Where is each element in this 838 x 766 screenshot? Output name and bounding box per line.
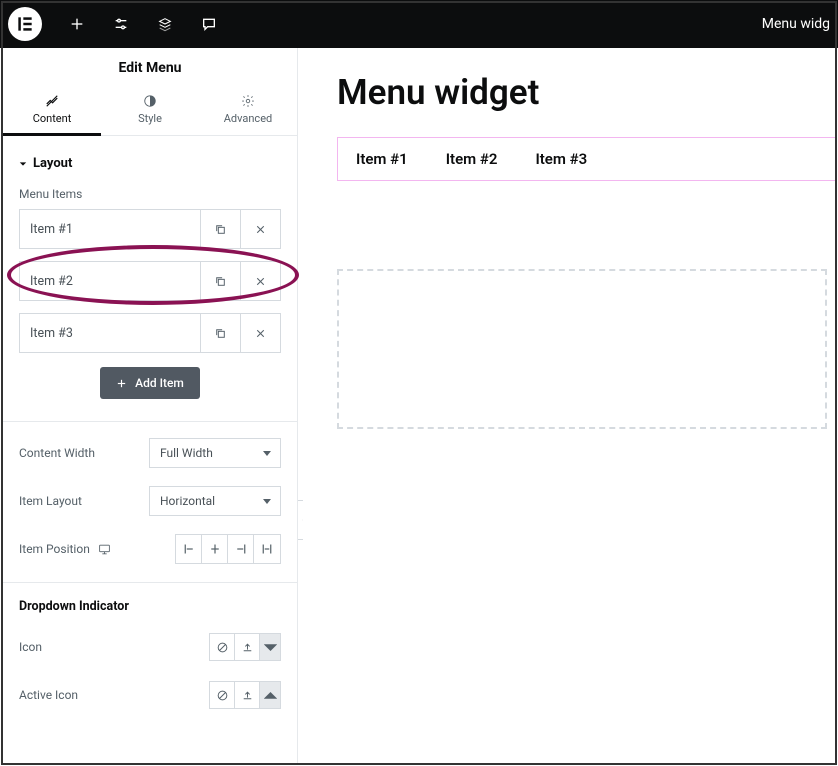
plus-icon bbox=[116, 378, 127, 389]
menu-items-label: Menu Items bbox=[19, 187, 281, 201]
caret-down-icon bbox=[19, 160, 27, 168]
menu-item-row[interactable]: Item #2 bbox=[19, 261, 281, 301]
indicator-icon-control bbox=[209, 633, 281, 661]
topbar-left bbox=[8, 5, 228, 43]
duplicate-item-button[interactable] bbox=[200, 314, 240, 352]
remove-item-button[interactable] bbox=[240, 262, 280, 300]
divider bbox=[3, 582, 297, 583]
icon-library-button[interactable] bbox=[259, 681, 281, 709]
desktop-icon bbox=[98, 543, 111, 556]
item-layout-label: Item Layout bbox=[19, 494, 82, 508]
item-layout-value: Horizontal bbox=[149, 486, 281, 516]
align-end-option[interactable] bbox=[228, 535, 254, 563]
menu-item-title[interactable]: Item #2 bbox=[20, 262, 200, 300]
panel-tabs: Content Style Advanced bbox=[3, 86, 297, 136]
menu-item-title[interactable]: Item #1 bbox=[20, 210, 200, 248]
active-icon-control bbox=[209, 681, 281, 709]
icon-none-button[interactable] bbox=[209, 681, 235, 709]
panel-title: Edit Menu bbox=[3, 48, 297, 86]
align-center-option[interactable] bbox=[202, 535, 228, 563]
duplicate-item-button[interactable] bbox=[200, 262, 240, 300]
page-title: Menu widget bbox=[337, 72, 838, 113]
icon-upload-button[interactable] bbox=[234, 681, 260, 709]
align-stretch-option[interactable] bbox=[254, 535, 280, 563]
content-width-value: Full Width bbox=[149, 438, 281, 468]
active-icon-label: Active Icon bbox=[19, 688, 78, 702]
menu-preview-item[interactable]: Item #2 bbox=[446, 150, 498, 168]
section-layout-label: Layout bbox=[33, 156, 72, 171]
add-item-button[interactable]: Add Item bbox=[100, 367, 200, 399]
remove-item-button[interactable] bbox=[240, 210, 280, 248]
divider bbox=[3, 421, 297, 422]
item-position-label: Item Position bbox=[19, 542, 111, 556]
item-position-choices bbox=[175, 534, 281, 564]
tab-content-label: Content bbox=[33, 112, 72, 125]
menu-items-repeater: Item #1 Item #2 Item #3 bbox=[19, 209, 281, 353]
dropdown-indicator-heading: Dropdown Indicator bbox=[19, 599, 281, 614]
structure-button[interactable] bbox=[146, 5, 184, 43]
duplicate-item-button[interactable] bbox=[200, 210, 240, 248]
icon-none-button[interactable] bbox=[209, 633, 235, 661]
tab-content[interactable]: Content bbox=[3, 86, 101, 135]
menu-item-row[interactable]: Item #1 bbox=[19, 209, 281, 249]
menu-widget-preview[interactable]: Item #1 Item #2 Item #3 bbox=[337, 137, 836, 181]
menu-item-row[interactable]: Item #3 bbox=[19, 313, 281, 353]
add-element-button[interactable] bbox=[58, 5, 96, 43]
icon-library-button[interactable] bbox=[259, 633, 281, 661]
settings-button[interactable] bbox=[102, 5, 140, 43]
editor-panel: Edit Menu Content Style Advanced Layout … bbox=[3, 48, 298, 763]
add-item-label: Add Item bbox=[135, 376, 184, 390]
canvas-area: Menu widget Item #1 Item #2 Item #3 bbox=[303, 48, 838, 763]
tab-advanced[interactable]: Advanced bbox=[199, 86, 297, 135]
menu-item-title[interactable]: Item #3 bbox=[20, 314, 200, 352]
menu-preview-item[interactable]: Item #1 bbox=[356, 150, 408, 168]
tab-advanced-label: Advanced bbox=[224, 112, 272, 125]
menu-preview-item[interactable]: Item #3 bbox=[535, 150, 587, 168]
top-bar: Menu widg bbox=[0, 0, 838, 48]
comment-button[interactable] bbox=[190, 5, 228, 43]
elementor-logo[interactable] bbox=[8, 7, 42, 41]
content-width-select[interactable]: Full Width bbox=[149, 438, 281, 468]
empty-section-dropzone[interactable] bbox=[337, 269, 827, 429]
breadcrumb-text: Menu widg bbox=[754, 0, 838, 48]
content-width-label: Content Width bbox=[19, 446, 95, 460]
tab-style-label: Style bbox=[138, 112, 162, 125]
item-layout-select[interactable]: Horizontal bbox=[149, 486, 281, 516]
align-start-option[interactable] bbox=[176, 535, 202, 563]
icon-upload-button[interactable] bbox=[234, 633, 260, 661]
remove-item-button[interactable] bbox=[240, 314, 280, 352]
section-layout-header[interactable]: Layout bbox=[19, 150, 281, 187]
indicator-icon-label: Icon bbox=[19, 640, 42, 654]
tab-style[interactable]: Style bbox=[101, 86, 199, 135]
